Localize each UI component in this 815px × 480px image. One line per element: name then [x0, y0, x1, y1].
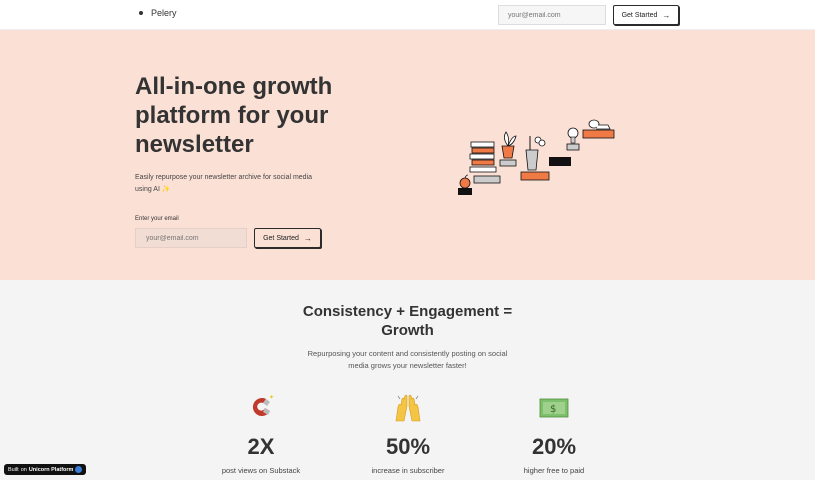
- nav-email-input[interactable]: [498, 5, 606, 25]
- hero-get-started-label: Get Started: [263, 234, 299, 242]
- stat-value: 50%: [385, 434, 431, 459]
- section-title: Consistency + Engagement = Growth: [0, 302, 815, 340]
- section-subtitle: Repurposing your content and consistentl…: [307, 349, 508, 370]
- hero-title: All-in-one growth platform for your news…: [135, 73, 333, 158]
- brand-name: Pelery: [151, 8, 177, 18]
- arrow-right-icon: →: [303, 233, 312, 243]
- arrow-right-icon: →: [662, 10, 671, 20]
- stat-card: 50% increase in subscriber: [338, 392, 478, 475]
- staircase-illustration: [458, 119, 615, 195]
- svg-text:$: $: [550, 404, 556, 415]
- hero-email-input[interactable]: [135, 228, 247, 248]
- brand[interactable]: Pelery: [139, 8, 177, 18]
- raising-hands-icon: [338, 392, 478, 424]
- stat-card: $ 20% higher free to paid: [484, 392, 624, 475]
- section-title-line1: Consistency + Engagement =: [302, 303, 513, 320]
- magnet-icon: ✦: [191, 392, 331, 424]
- hero-subtitle: Easily repurpose your newsletter archive…: [135, 174, 313, 193]
- hero-get-started-button[interactable]: Get Started →: [254, 228, 321, 248]
- top-navbar: Pelery Get Started →: [0, 0, 815, 30]
- nav-get-started-button[interactable]: Get Started →: [613, 5, 679, 25]
- badge-suffix: Unicorn Platform: [28, 466, 74, 473]
- stat-caption: post views on Substack: [221, 466, 301, 475]
- bullet-icon: [139, 11, 143, 15]
- stat-value: 20%: [531, 434, 577, 459]
- stat-caption: higher free to paid: [523, 466, 585, 475]
- badge-middle: on: [20, 466, 27, 473]
- verified-icon: [75, 466, 83, 473]
- built-on-badge[interactable]: Built on Unicorn Platform: [4, 464, 87, 475]
- money-icon: $: [484, 392, 624, 424]
- hero-section: All-in-one growth platform for your news…: [0, 30, 815, 280]
- stat-caption: increase in subscriber: [371, 466, 445, 475]
- stat-card: ✦ 2X post views on Substack: [191, 392, 331, 475]
- svg-text:✦: ✦: [269, 394, 274, 401]
- nav-get-started-label: Get Started: [621, 11, 658, 19]
- email-label: Enter your email: [135, 216, 179, 222]
- badge-prefix: Built: [8, 466, 19, 473]
- stat-value: 2X: [247, 434, 275, 459]
- section-title-line2: Growth: [381, 322, 434, 339]
